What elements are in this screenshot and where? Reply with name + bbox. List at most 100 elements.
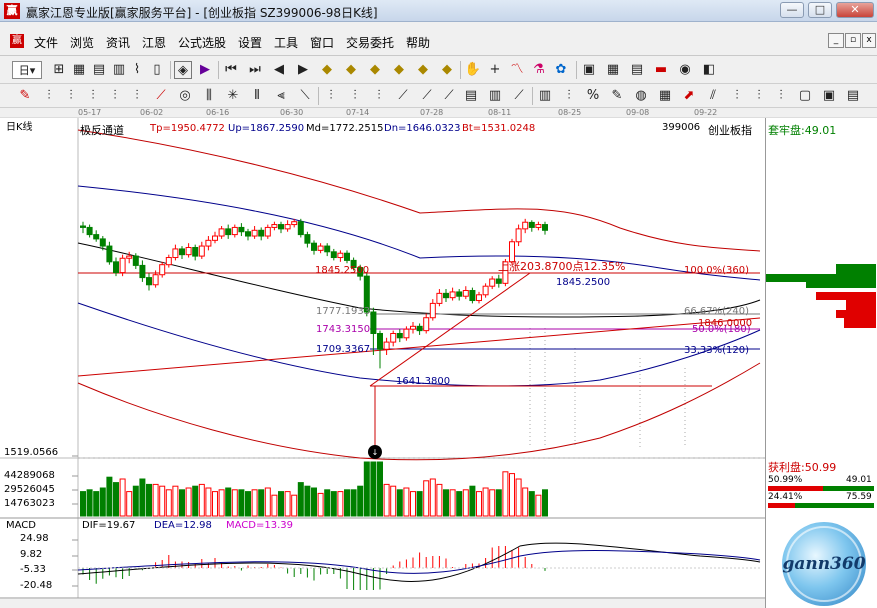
tool-ruler-icon[interactable]: ⫷ <box>272 87 290 105</box>
menu-help[interactable]: 帮助 <box>406 34 430 51</box>
prev-icon[interactable]: ◀ <box>270 61 288 79</box>
tool-angle-icon[interactable]: ⟋ <box>510 87 528 105</box>
tool-box-icon[interactable]: ▤ <box>462 87 480 105</box>
candle-body <box>86 226 93 236</box>
minimize-button[interactable]: — <box>780 2 804 18</box>
brain-icon[interactable]: ✿ <box>552 61 570 79</box>
candle-body <box>337 252 344 259</box>
tool-t5-icon[interactable]: ⫶ <box>128 87 146 105</box>
line-chart-icon[interactable]: ⌇ <box>128 61 146 79</box>
tool-table-icon[interactable]: ▥ <box>536 87 554 105</box>
menu-window[interactable]: 窗口 <box>310 34 334 51</box>
bar-chart-icon[interactable]: ▥ <box>110 61 128 79</box>
mdi-restore-button[interactable]: ▫ <box>845 33 861 48</box>
volume-bar <box>225 487 232 517</box>
tool-t4-icon[interactable]: ⫶ <box>106 87 124 105</box>
trend-icon[interactable]: 〽 <box>508 61 526 79</box>
period-select[interactable]: 日▾ <box>12 61 42 79</box>
tool-box2-icon[interactable]: ▥ <box>486 87 504 105</box>
tool-t1-icon[interactable]: ⫶ <box>40 87 58 105</box>
volume-bar <box>515 478 522 517</box>
tool-hist-icon[interactable]: ▦ <box>656 87 674 105</box>
flag-icon[interactable]: ▶ <box>196 61 214 79</box>
alert-icon[interactable]: ◉ <box>676 61 694 79</box>
tool-mark-icon[interactable]: ⫶ <box>750 87 768 105</box>
tool-t2-icon[interactable]: ⫶ <box>62 87 80 105</box>
tool-clear-icon[interactable]: ▣ <box>820 87 838 105</box>
tool-grid4-icon[interactable]: ⫶ <box>370 87 388 105</box>
diamond-up-icon[interactable]: ◆ <box>318 61 336 79</box>
volume-bar <box>205 487 212 517</box>
menu-formula-select[interactable]: 公式选股 <box>178 34 226 51</box>
tool-ray-icon[interactable]: ⟋ <box>394 87 412 105</box>
draw-pen-icon[interactable]: ✎ <box>16 87 34 105</box>
calendar-icon[interactable]: ▣ <box>580 61 598 79</box>
export-icon[interactable]: ◧ <box>700 61 718 79</box>
hand-icon[interactable]: ✋ <box>464 61 482 79</box>
candle-body <box>185 246 192 256</box>
diamond-right-icon[interactable]: ◆ <box>390 61 408 79</box>
tool-star-icon[interactable]: ✳ <box>224 87 242 105</box>
volume-bar <box>495 489 502 517</box>
tool-ruler2-icon[interactable]: ⫶ <box>560 87 578 105</box>
tool-delete-icon[interactable]: ⫶ <box>772 87 790 105</box>
volume-bar <box>126 491 133 517</box>
diamond-down-icon[interactable]: ◆ <box>342 61 360 79</box>
menu-info[interactable]: 资讯 <box>106 34 130 51</box>
candle-body <box>152 274 159 286</box>
tool-grid3-icon[interactable]: ⫶ <box>346 87 364 105</box>
kline-chart-svg[interactable]: ↓ <box>0 118 765 608</box>
volume-bar <box>139 478 146 517</box>
gann360-logo-text: gann360 <box>782 554 866 574</box>
chart-type-icon[interactable]: ⊞ <box>50 61 68 79</box>
mdi-close-button[interactable]: x <box>862 33 876 48</box>
tool-globe-icon[interactable]: ◍ <box>632 87 650 105</box>
tool-bars-icon[interactable]: ⫴ <box>248 87 266 105</box>
tool-grid-icon[interactable]: ⫼ <box>200 87 218 105</box>
tool-fan-icon[interactable]: ⟋ <box>152 87 170 105</box>
next-icon[interactable]: ▶ <box>294 61 312 79</box>
tool-ray2-icon[interactable]: ⟋ <box>418 87 436 105</box>
multi-chart-icon[interactable]: ▤ <box>90 61 108 79</box>
tool-grid2-icon[interactable]: ⫶ <box>322 87 340 105</box>
tool-ray3-icon[interactable]: ⟋ <box>440 87 458 105</box>
tool-t3-icon[interactable]: ⫶ <box>84 87 102 105</box>
monitor-icon[interactable]: ▬ <box>652 61 670 79</box>
diamond-left-icon[interactable]: ◆ <box>366 61 384 79</box>
tool-percent-icon[interactable]: % <box>584 87 602 105</box>
candle-body <box>113 261 119 274</box>
chart-area[interactable]: ↓ 日K线 极反通道 Tp=1950.4772 Up=1867.2590 Md=… <box>0 118 765 608</box>
zoom-in-icon[interactable]: ◆ <box>414 61 432 79</box>
mdi-minimize-button[interactable]: _ <box>828 33 844 48</box>
zoom-out-icon[interactable]: ◆ <box>438 61 456 79</box>
gann-wheel-icon[interactable]: ◈ <box>174 61 192 79</box>
report-icon[interactable]: ▤ <box>628 61 646 79</box>
menu-file[interactable]: 文件 <box>34 34 58 51</box>
maximize-button[interactable]: □ <box>808 2 832 18</box>
tool-line-icon[interactable]: ⟍ <box>296 87 314 105</box>
menu-trade[interactable]: 交易委托 <box>346 34 394 51</box>
table-icon[interactable]: ▦ <box>604 61 622 79</box>
tool-text-icon[interactable]: ⫶ <box>728 87 746 105</box>
candle-body <box>238 226 245 233</box>
candle-body <box>403 328 410 339</box>
volume-bar <box>304 485 311 517</box>
tool-last-icon[interactable]: ▤ <box>844 87 862 105</box>
formula-icon[interactable]: ⚗ <box>530 61 548 79</box>
menu-tools[interactable]: 工具 <box>274 34 298 51</box>
grid-icon[interactable]: ▦ <box>70 61 88 79</box>
menu-browse[interactable]: 浏览 <box>70 34 94 51</box>
tool-arrow-icon[interactable]: ⬈ <box>680 87 698 105</box>
tool-pencil-icon[interactable]: ✎ <box>608 87 626 105</box>
tool-cycle-icon[interactable]: ◎ <box>176 87 194 105</box>
candle-select-icon[interactable]: ▯ <box>148 61 166 79</box>
menu-gann[interactable]: 江恩 <box>142 34 166 51</box>
first-page-icon[interactable]: ⏮ <box>222 61 240 79</box>
close-button[interactable]: ✕ <box>836 2 874 18</box>
last-page-icon[interactable]: ⏭ <box>246 61 264 79</box>
tool-eraser-icon[interactable]: ⫽ <box>704 87 722 105</box>
crosshair-icon[interactable]: + <box>486 61 504 79</box>
macd-value: MACD=13.39 <box>226 520 293 531</box>
menu-settings[interactable]: 设置 <box>238 34 262 51</box>
tool-save-icon[interactable]: ▢ <box>796 87 814 105</box>
